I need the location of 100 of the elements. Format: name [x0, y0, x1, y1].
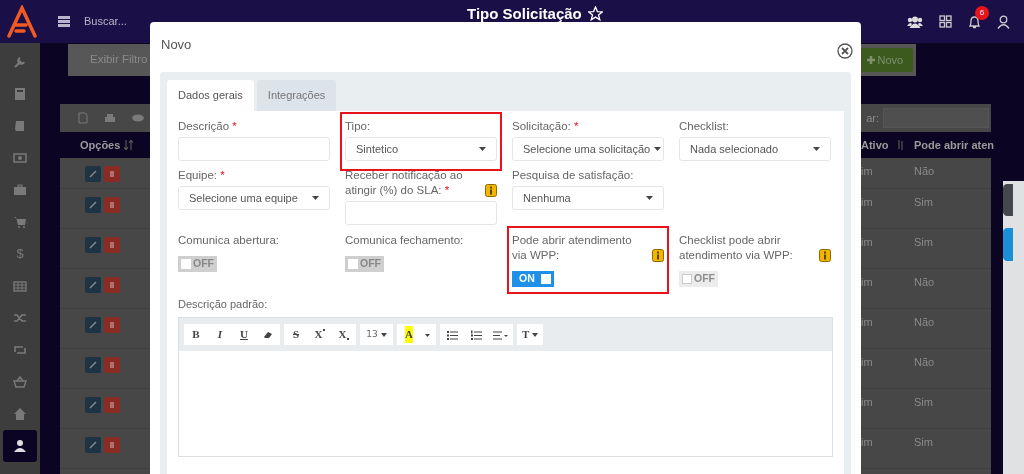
modal-title: Novo [161, 36, 192, 54]
align-icon [493, 329, 508, 340]
select-field[interactable]: Selecione uma solicitação [512, 137, 664, 161]
search-label: ar: [866, 110, 879, 126]
select-field[interactable]: Nenhuma [512, 186, 664, 210]
edit-icon[interactable] [85, 277, 101, 293]
delete-icon[interactable] [104, 437, 120, 453]
edit-icon[interactable] [85, 357, 101, 373]
edit-icon[interactable] [85, 317, 101, 333]
wrench-icon[interactable] [13, 54, 27, 69]
field-label: Checklist: [679, 120, 729, 132]
briefcase-icon[interactable] [13, 182, 27, 197]
delete-icon[interactable] [104, 357, 120, 373]
cart-icon[interactable] [13, 214, 27, 229]
side-tab[interactable] [1003, 184, 1013, 216]
logo-icon[interactable] [5, 4, 39, 39]
input-field[interactable] [345, 201, 497, 225]
table-cell-text: im [861, 275, 873, 290]
info-icon[interactable] [652, 249, 664, 262]
table-cell-text: im [861, 355, 873, 370]
people-icon[interactable] [907, 15, 923, 28]
superscript-button[interactable]: X [308, 324, 332, 345]
numbered-list-icon [470, 329, 482, 340]
field-label: Receber notificação ao atingir (%) do SLA: * [345, 168, 464, 198]
select-field[interactable]: Sintetico [345, 137, 497, 161]
plus-icon [866, 56, 875, 64]
caret-icon [813, 147, 820, 151]
user-icon[interactable] [13, 438, 27, 453]
tab[interactable]: Dados gerais [167, 80, 254, 111]
delete-icon[interactable] [104, 237, 120, 253]
field-label: Tipo: [345, 120, 371, 132]
book-icon[interactable] [13, 118, 27, 133]
table-cell-text: im [861, 395, 873, 410]
table-icon[interactable] [13, 278, 27, 293]
grid-icon[interactable] [939, 15, 952, 28]
info-icon[interactable] [485, 184, 497, 197]
user-icon[interactable] [997, 14, 1010, 29]
star-icon[interactable] [587, 6, 603, 21]
strikethrough-button[interactable]: S [284, 324, 308, 345]
select-field[interactable]: Nada selecionado [679, 137, 831, 161]
basket-icon[interactable] [13, 374, 27, 389]
print-icon[interactable] [104, 112, 116, 124]
caret-icon [532, 332, 539, 337]
editor-button[interactable] [256, 324, 280, 345]
delete-icon[interactable] [104, 166, 120, 182]
table-cell: Não [914, 165, 935, 177]
field-label: Equipe: * [178, 169, 225, 181]
menu-icon[interactable] [58, 16, 70, 27]
home-icon[interactable] [13, 406, 27, 421]
table-cell-text: im [861, 195, 873, 210]
field-label: Comunica abertura: [178, 234, 279, 246]
bell-icon[interactable] [968, 15, 981, 30]
delete-icon[interactable] [104, 197, 120, 213]
sort-icon[interactable] [896, 140, 904, 150]
money-icon[interactable] [13, 150, 27, 165]
edit-icon[interactable] [85, 237, 101, 253]
delete-icon[interactable] [104, 277, 120, 293]
edit-icon[interactable] [85, 197, 101, 213]
font-size-dropdown[interactable]: 13 [360, 324, 393, 345]
field-label: Checklist pode abrir atendimento via WPP: [679, 233, 794, 263]
caret-icon [654, 147, 662, 151]
editor-button[interactable] [440, 324, 464, 345]
select-field[interactable]: Selecione uma equipe [178, 186, 330, 210]
edit-icon[interactable] [85, 437, 101, 453]
notification-count: 6 [975, 6, 989, 21]
field-label: Descrição * [178, 120, 237, 132]
tab[interactable]: Integrações [256, 80, 337, 111]
highlight-color-button[interactable]: A [397, 324, 421, 345]
column-header[interactable]: Ativo [861, 136, 889, 154]
sort-icon[interactable] [124, 140, 134, 150]
calculator-icon[interactable] [13, 86, 27, 101]
table-cell-text: im [861, 164, 873, 179]
sidebar-item[interactable] [3, 429, 37, 462]
search-field[interactable]: Buscar... [82, 12, 202, 31]
bullet-list-icon [446, 329, 458, 340]
column-header[interactable]: Pode abrir aten [914, 138, 995, 151]
delete-icon[interactable] [104, 317, 120, 333]
subscript-button[interactable]: X [332, 324, 356, 345]
edit-icon[interactable] [85, 166, 101, 182]
table-cell-text: im [861, 435, 873, 450]
edit-icon[interactable] [85, 397, 101, 413]
table-cell: Sim [914, 236, 933, 248]
text-editor[interactable]: B I U S X X 13 A T [178, 317, 833, 457]
table-cell: Não [914, 316, 935, 328]
caret-icon [380, 332, 387, 337]
caret-icon [479, 147, 486, 151]
line-height-button[interactable]: T [517, 324, 544, 345]
table-cell: Não [914, 356, 935, 368]
eraser-icon [262, 329, 274, 340]
table-cell: Não [914, 276, 935, 288]
underline-button[interactable]: U [232, 324, 256, 345]
close-icon[interactable] [837, 43, 853, 59]
table-cell: Sim [914, 196, 933, 208]
column-header[interactable]: Opções [80, 136, 121, 154]
delete-icon[interactable] [104, 397, 120, 413]
input-field[interactable] [178, 137, 330, 161]
caret-icon [312, 196, 319, 200]
side-tab[interactable] [1003, 228, 1013, 261]
italic-button[interactable]: I [208, 324, 232, 345]
bold-button[interactable]: B [184, 324, 208, 345]
